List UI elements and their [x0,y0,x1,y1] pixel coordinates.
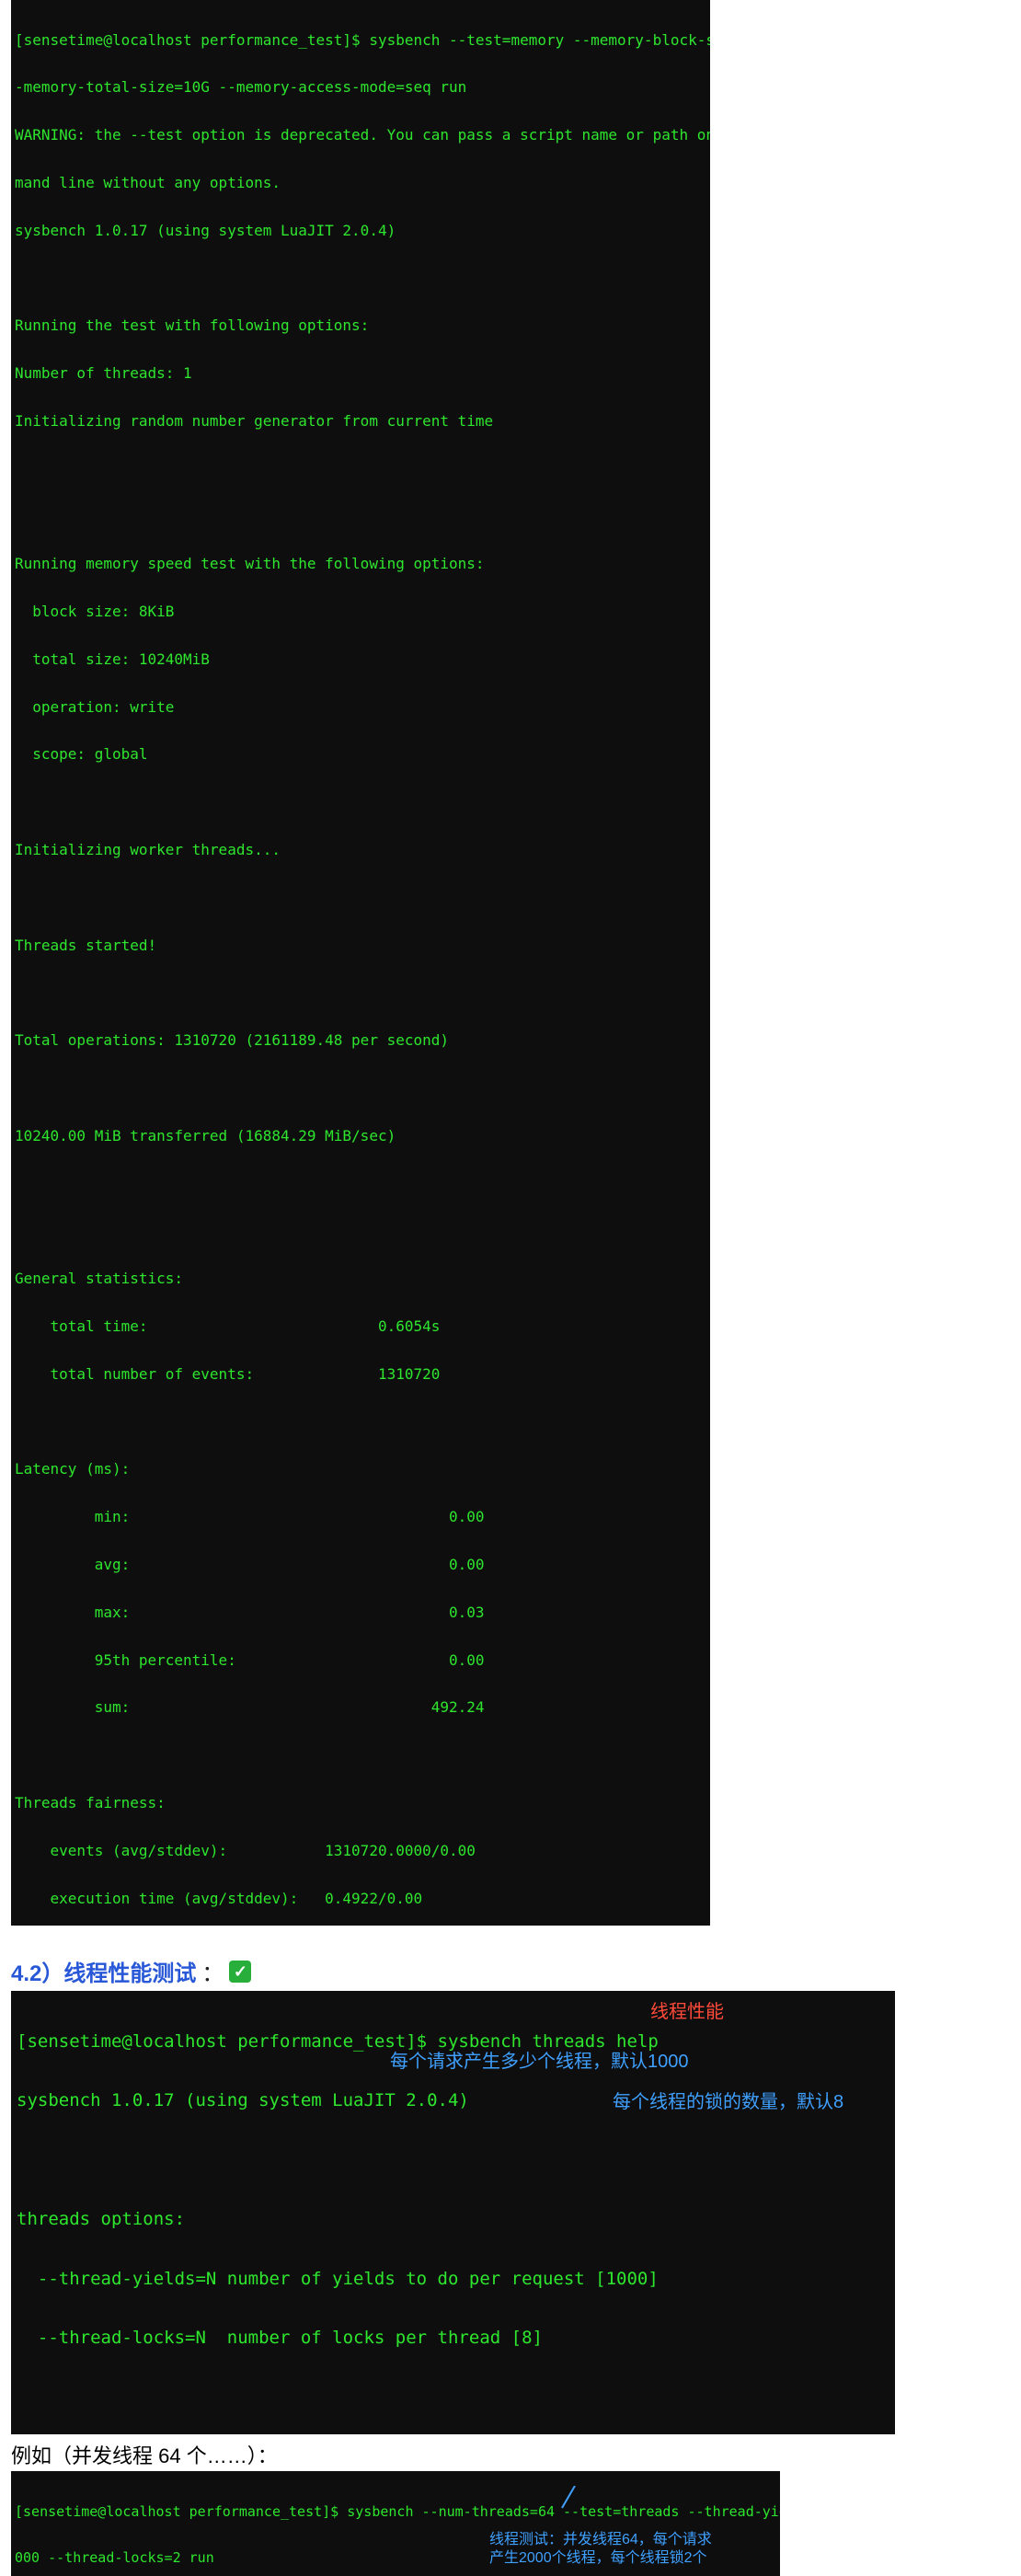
terminal-line: Number of threads: 1 [15,365,706,381]
terminal-line: Running memory speed test with the follo… [15,556,706,571]
terminal-line: execution time (avg/stddev): 0.4922/0.00 [15,1891,706,1906]
terminal-line [15,1223,706,1238]
terminal-line: total time: 0.6054s [15,1318,706,1334]
terminal-line [15,1080,706,1096]
terminal-line: Initializing worker threads... [15,842,706,857]
annotation-red: 线程性能 [650,2002,724,2023]
terminal-line: threads options: [17,2210,889,2229]
terminal-line: Total operations: 1310720 (2161189.48 pe… [15,1032,706,1048]
heading-text: 4.2）线程性能测试 [11,1955,196,1987]
terminal-line [15,984,706,1000]
terminal-line: [sensetime@localhost performance_test]$ … [17,2032,889,2052]
annotation-blue-desc1: 线程测试：并发线程64，每个请求 [489,2532,712,2548]
terminal-line [15,1414,706,1430]
terminal-line [17,2151,889,2170]
terminal-line: events (avg/stddev): 1310720.0000/0.00 [15,1843,706,1858]
terminal-line: scope: global [15,746,706,762]
annotation-blue-desc2: 产生2000个线程，每个线程锁2个 [489,2550,707,2567]
terminal-line [15,890,706,905]
terminal-threads-run: [sensetime@localhost performance_test]$ … [11,2471,780,2576]
section-heading: 4.2）线程性能测试： ✓ [11,1955,1021,1987]
terminal-memory-test: [sensetime@localhost performance_test]$ … [11,0,710,1926]
terminal-line [15,509,706,524]
annotation-blue-locks: 每个线程的锁的数量，默认8 [613,2092,843,2113]
terminal-line: 10240.00 MiB transferred (16884.29 MiB/s… [15,1128,706,1144]
terminal-line: [sensetime@localhost performance_test]$ … [15,32,706,48]
terminal-line: sum: 492.24 [15,1699,706,1715]
terminal-line: WARNING: the --test option is deprecated… [15,127,706,143]
terminal-line: operation: write [15,699,706,715]
terminal-line: min: 0.00 [15,1509,706,1524]
terminal-line: total size: 10240MiB [15,651,706,667]
terminal-line: block size: 8KiB [15,604,706,619]
terminal-line: --thread-yields=N number of yields to do… [17,2270,889,2289]
terminal-line: max: 0.03 [15,1604,706,1620]
terminal-line: Threads fairness: [15,1795,706,1811]
terminal-line [15,794,706,810]
terminal-line: Initializing random number generator fro… [15,413,706,429]
terminal-line: General statistics: [15,1271,706,1286]
terminal-line: [sensetime@localhost performance_test]$ … [15,2504,776,2520]
terminal-line: Threads started! [15,937,706,953]
annotation-blue-yields: 每个请求产生多少个线程，默认1000 [390,2052,689,2073]
heading-colon: ： [201,1955,224,1987]
terminal-line [15,1747,706,1763]
terminal-line [15,461,706,477]
terminal-line: Latency (ms): [15,1461,706,1477]
terminal-line: sysbench 1.0.17 (using system LuaJIT 2.0… [15,223,706,238]
terminal-line: avg: 0.00 [15,1557,706,1572]
terminal-line: --thread-locks=N number of locks per thr… [17,2329,889,2348]
terminal-line: 95th percentile: 0.00 [15,1652,706,1668]
terminal-line: total number of events: 1310720 [15,1366,706,1382]
example-label: 例如（并发线程 64 个……）： [11,2440,1021,2469]
terminal-threads-help: [sensetime@localhost performance_test]$ … [11,1991,895,2434]
terminal-line: -memory-total-size=10G --memory-access-m… [15,79,706,95]
terminal-line [15,270,706,286]
check-icon: ✓ [229,1961,251,1983]
terminal-line: Running the test with following options: [15,317,706,333]
terminal-line: mand line without any options. [15,175,706,190]
terminal-line [15,1176,706,1191]
